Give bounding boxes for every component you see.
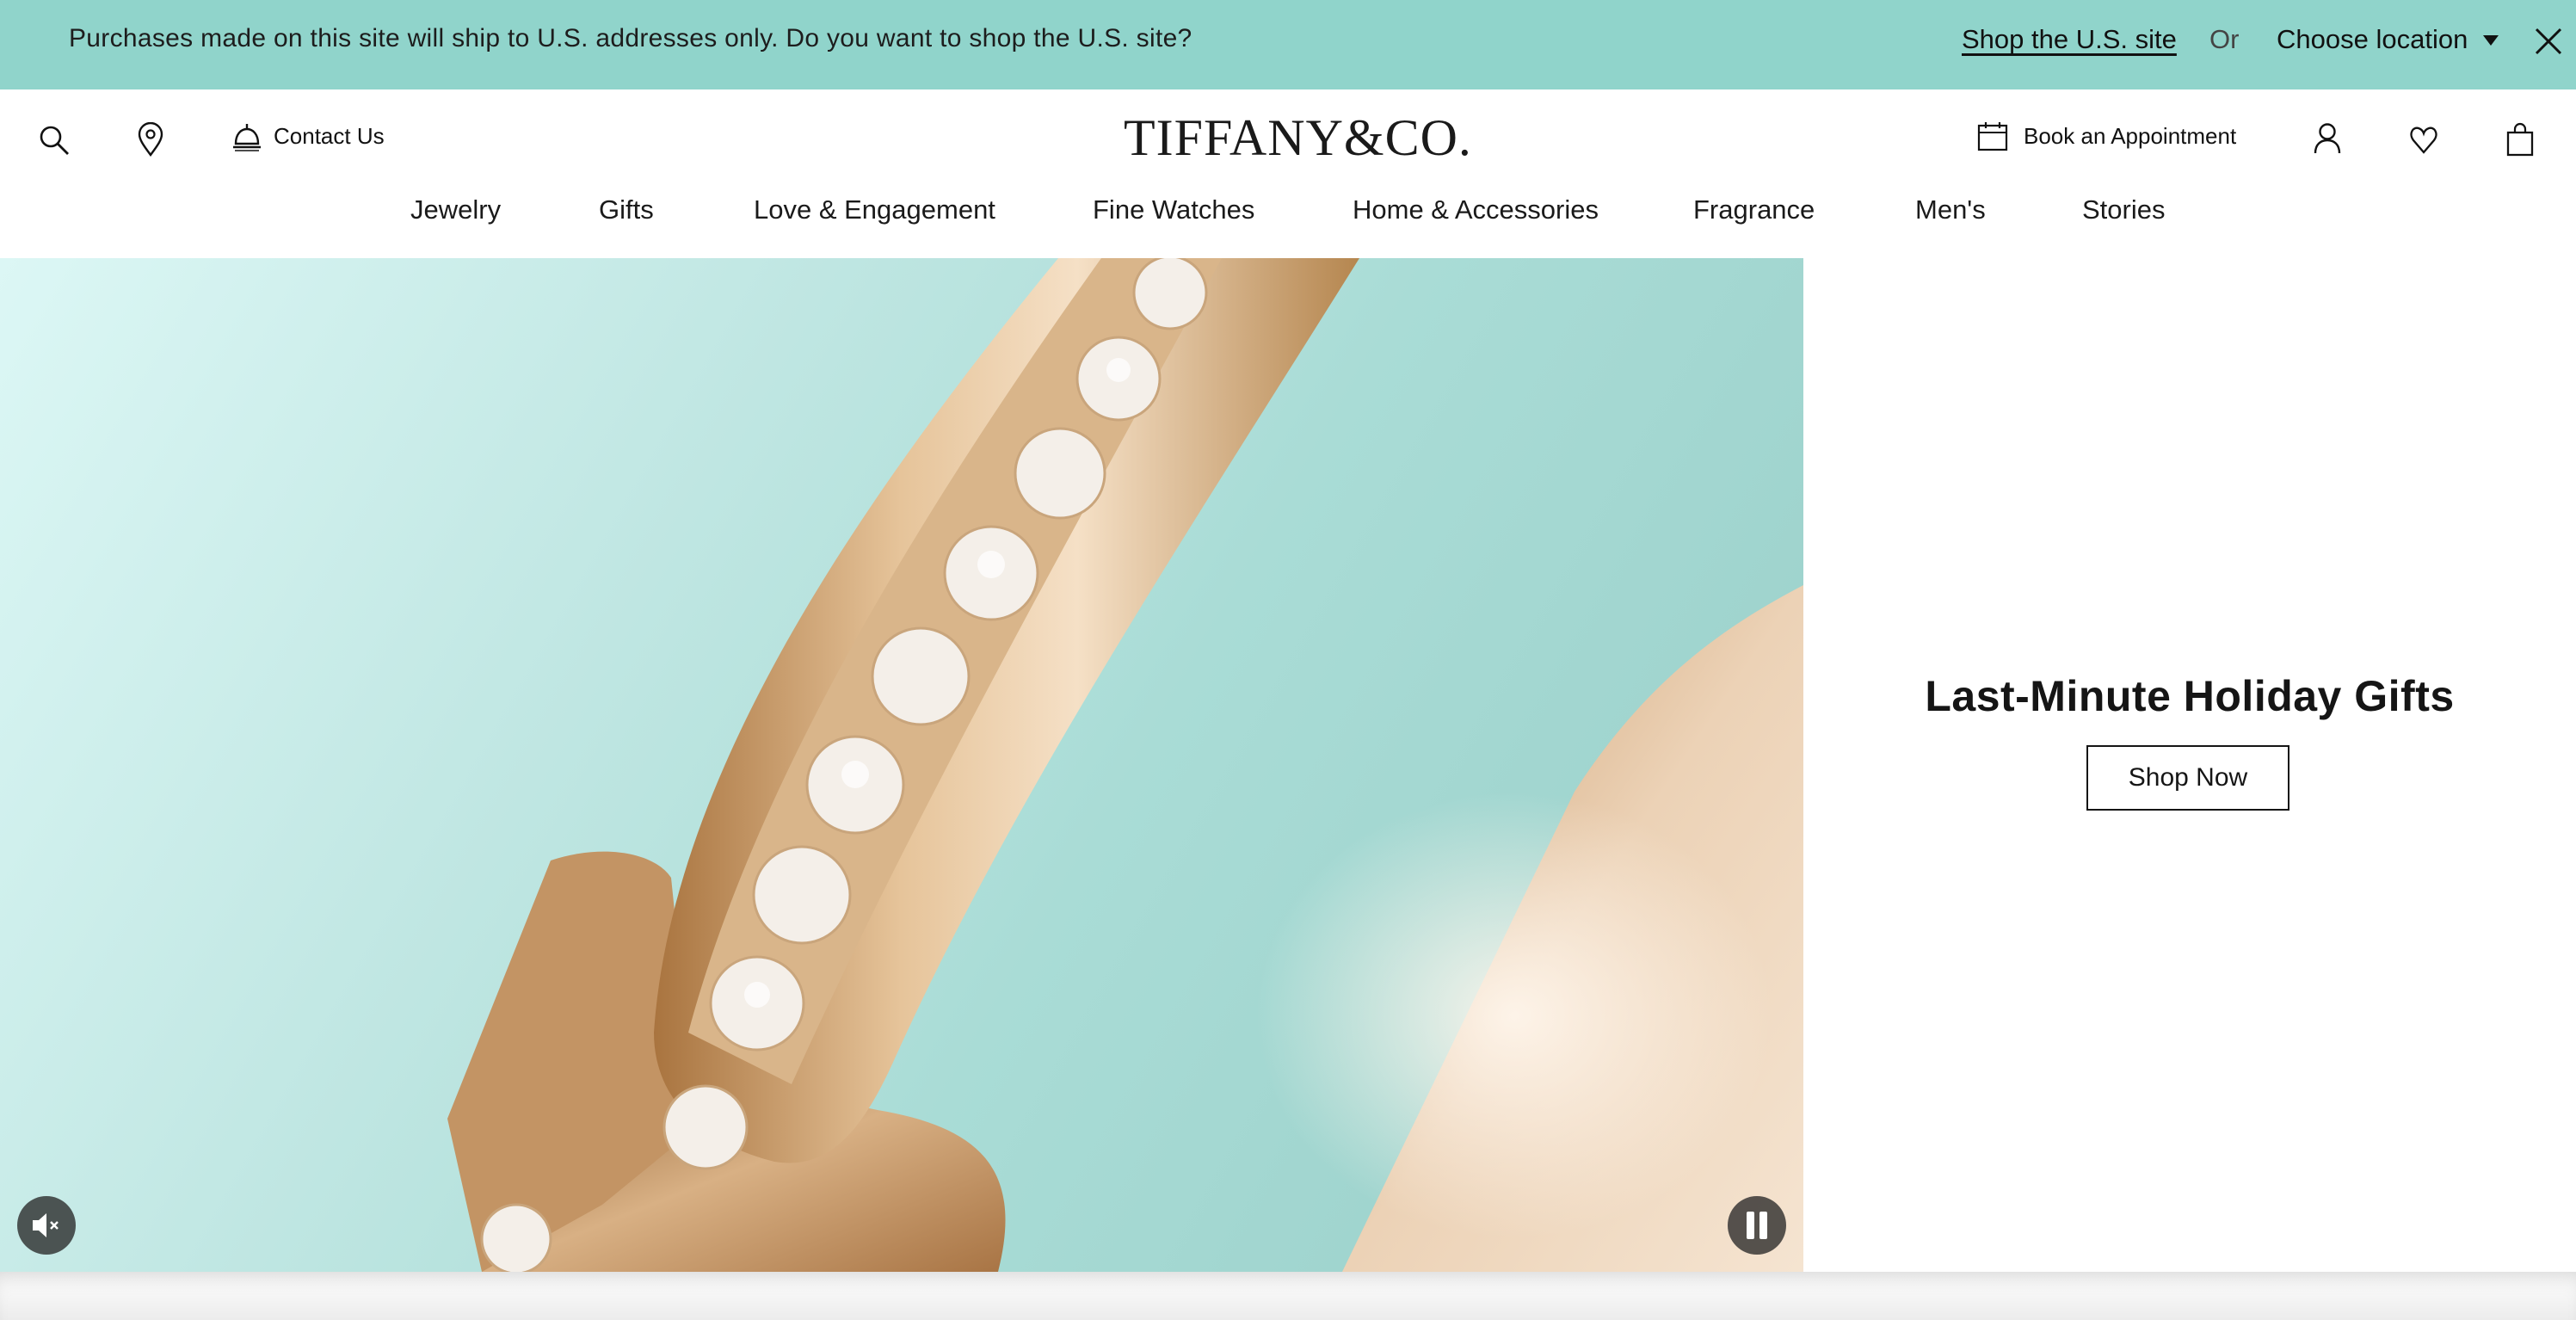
nav-item-gifts[interactable]: Gifts [599,194,654,225]
contact-us-label: Contact Us [274,122,385,149]
nav-item-mens[interactable]: Men's [1915,194,1986,225]
close-icon[interactable] [2533,26,2564,57]
shop-now-button[interactable]: Shop Now [2086,745,2289,811]
pause-video-button[interactable] [1728,1196,1786,1255]
nav-item-jewelry[interactable]: Jewelry [410,194,501,225]
service-bell-icon [233,124,261,151]
calendar-icon [1977,122,2008,151]
book-appointment-label: Book an Appointment [2024,122,2237,149]
main-nav: Jewelry Gifts Love & Engagement Fine Wat… [0,194,2576,237]
pause-icon [1747,1212,1767,1239]
promo-title: Last-Minute Holiday Gifts [1925,672,2455,720]
mute-toggle-button[interactable] [17,1196,76,1255]
banner-message: Purchases made on this site will ship to… [69,24,1192,52]
heart-icon[interactable] [2409,124,2438,155]
book-appointment-link[interactable]: Book an Appointment [1977,120,2236,151]
nav-item-love-engagement[interactable]: Love & Engagement [754,194,995,225]
nav-item-stories[interactable]: Stories [2082,194,2165,225]
chevron-down-icon [2483,35,2499,46]
shopping-bag-icon[interactable] [2505,122,2535,157]
next-section-edge [0,1272,2576,1320]
choose-location-label: Choose location [2277,24,2468,54]
shop-us-site-link[interactable]: Shop the U.S. site [1962,24,2177,55]
location-pin-icon[interactable] [136,122,165,157]
search-icon[interactable] [38,124,71,157]
hero-video[interactable] [0,258,1803,1272]
choose-location-dropdown[interactable]: Choose location [2277,24,2499,55]
contact-us-link[interactable]: Contact Us [232,120,385,151]
nav-item-home-accessories[interactable]: Home & Accessories [1353,194,1599,225]
diamond-bracelet-image [447,258,1803,1272]
banner-or-text: Or [2209,24,2240,54]
promo-panel: Last-Minute Holiday Gifts Shop Now [1803,258,2576,1272]
person-icon[interactable] [2313,122,2342,155]
nav-item-fragrance[interactable]: Fragrance [1693,194,1815,225]
tiffany-logo[interactable]: TIFFANY&CO. [1124,108,1471,169]
muted-speaker-icon [33,1213,59,1237]
location-banner: Purchases made on this site will ship to… [0,0,2576,89]
site-header: Contact Us TIFFANY&CO. Book an Appointme… [0,89,2576,258]
nav-item-fine-watches[interactable]: Fine Watches [1093,194,1254,225]
